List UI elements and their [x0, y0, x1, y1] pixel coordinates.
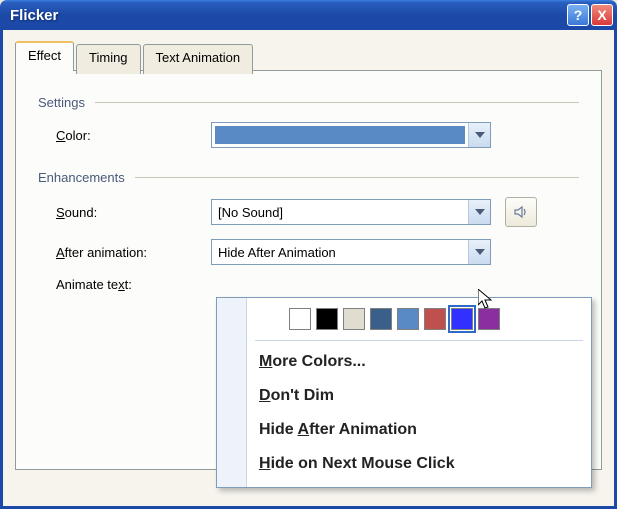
- color-combo[interactable]: [211, 122, 491, 148]
- group-settings-label: Settings: [38, 95, 91, 110]
- after-animation-combo[interactable]: Hide After Animation: [211, 239, 491, 265]
- color-option-1[interactable]: [316, 308, 338, 330]
- chevron-down-icon: [475, 132, 485, 138]
- menu-dont-dim[interactable]: Don't Dim: [217, 379, 591, 413]
- help-button[interactable]: ?: [567, 4, 589, 26]
- sound-combo[interactable]: [No Sound]: [211, 199, 491, 225]
- group-settings: Settings: [38, 95, 579, 110]
- menu-hide-after-animation[interactable]: Hide After Animation: [217, 413, 591, 447]
- tab-strip: Effect Timing Text Animation: [15, 41, 602, 71]
- label-animate-text: Animate text:: [56, 277, 211, 292]
- chevron-down-icon: [475, 209, 485, 215]
- speaker-icon: [513, 204, 529, 220]
- close-button[interactable]: X: [591, 4, 613, 26]
- tab-timing-label: Timing: [89, 50, 128, 65]
- color-option-2[interactable]: [343, 308, 365, 330]
- dropdown-separator: [255, 340, 583, 341]
- label-sound: Sound:: [56, 205, 211, 220]
- color-option-3[interactable]: [370, 308, 392, 330]
- color-combo-drop[interactable]: [468, 123, 490, 147]
- dropdown-color-row: [217, 298, 591, 338]
- window-title: Flicker: [10, 7, 565, 24]
- sound-combo-drop[interactable]: [468, 200, 490, 224]
- color-option-4[interactable]: [397, 308, 419, 330]
- close-icon: X: [597, 7, 606, 23]
- color-option-6[interactable]: [451, 308, 473, 330]
- menu-more-colors[interactable]: More Colors...: [217, 345, 591, 379]
- sound-value: [No Sound]: [212, 205, 468, 220]
- title-bar: Flicker ? X: [0, 0, 617, 30]
- menu-hide-next-click[interactable]: Hide on Next Mouse Click: [217, 447, 591, 481]
- row-after-animation: After animation: Hide After Animation: [56, 239, 579, 265]
- row-sound: Sound: [No Sound]: [56, 197, 579, 227]
- tab-effect-label: Effect: [28, 48, 61, 63]
- row-animate-text: Animate text:: [56, 277, 579, 292]
- chevron-down-icon: [475, 249, 485, 255]
- color-option-0[interactable]: [289, 308, 311, 330]
- color-option-7[interactable]: [478, 308, 500, 330]
- group-enhancements: Enhancements: [38, 170, 579, 185]
- help-icon: ?: [574, 7, 583, 23]
- label-after-animation: After animation:: [56, 245, 211, 260]
- after-animation-value: Hide After Animation: [212, 245, 468, 260]
- color-option-5[interactable]: [424, 308, 446, 330]
- tab-effect[interactable]: Effect: [15, 41, 74, 71]
- color-swatch: [215, 126, 465, 144]
- after-animation-dropdown: More Colors... Don't Dim Hide After Anim…: [216, 297, 592, 488]
- group-enhancements-label: Enhancements: [38, 170, 131, 185]
- speaker-button[interactable]: [505, 197, 537, 227]
- tab-timing[interactable]: Timing: [76, 44, 141, 74]
- tab-text-animation-label: Text Animation: [156, 50, 241, 65]
- after-animation-combo-drop[interactable]: [468, 240, 490, 264]
- tab-text-animation[interactable]: Text Animation: [143, 44, 254, 74]
- row-color: Color:: [56, 122, 579, 148]
- label-color: Color:: [56, 128, 211, 143]
